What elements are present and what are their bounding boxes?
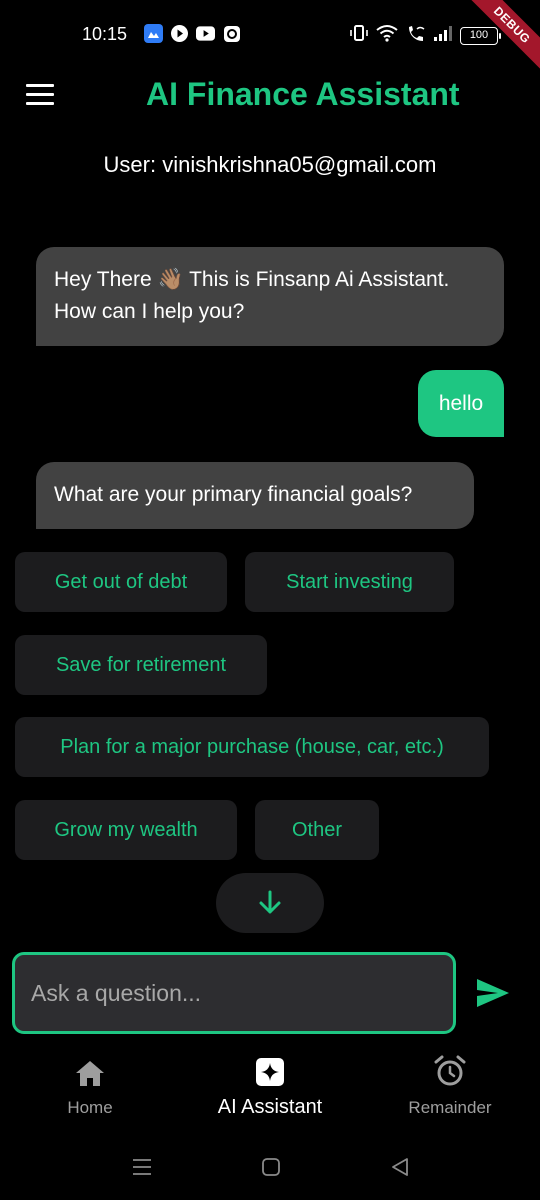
alarm-clock-icon	[360, 1050, 540, 1088]
app-bar: AI Finance Assistant	[0, 68, 540, 128]
status-bar: 10:15 100 DEBUG	[0, 0, 540, 76]
camera-app-icon	[222, 24, 241, 43]
scroll-down-button[interactable]	[216, 873, 324, 933]
nav-remainder[interactable]: Remainder	[360, 1050, 540, 1118]
quick-reply-other[interactable]: Other	[255, 800, 379, 860]
send-icon	[477, 979, 509, 1007]
home-icon	[0, 1050, 180, 1088]
bottom-navigation: Home AI Assistant Remainder	[0, 1050, 540, 1130]
vibrate-icon	[350, 24, 368, 47]
youtube-icon	[196, 24, 215, 43]
bot-message: What are your primary financial goals?	[36, 462, 474, 529]
app-title: AI Finance Assistant	[146, 76, 460, 112]
home-system-icon[interactable]	[260, 1156, 284, 1180]
user-email-label: User: vinishkrishna05@gmail.com	[103, 152, 437, 177]
system-navigation-bar	[0, 1150, 540, 1184]
back-icon[interactable]	[389, 1156, 413, 1180]
app-notification-icon	[144, 24, 163, 43]
user-message: hello	[418, 370, 504, 437]
quick-reply-save-for-retirement[interactable]: Save for retirement	[15, 635, 267, 695]
signal-icon	[434, 25, 452, 46]
quick-reply-start-investing[interactable]: Start investing	[245, 552, 454, 612]
status-time: 10:15	[82, 24, 128, 44]
nav-home[interactable]: Home	[0, 1050, 180, 1118]
question-input[interactable]	[15, 955, 453, 1031]
nav-remainder-label: Remainder	[408, 1098, 492, 1117]
notification-icons	[144, 24, 241, 43]
play-circle-icon	[170, 24, 189, 43]
hamburger-menu-icon[interactable]	[26, 84, 58, 110]
system-status-icons: 100	[350, 24, 501, 47]
arrow-down-icon	[259, 890, 281, 914]
send-button[interactable]	[474, 974, 512, 1012]
battery-indicator: 100	[460, 26, 501, 45]
nav-home-label: Home	[67, 1098, 113, 1117]
bot-message: Hey There 👋🏽 This is Finsanp Ai Assistan…	[36, 247, 504, 346]
quick-reply-major-purchase[interactable]: Plan for a major purchase (house, car, e…	[15, 717, 489, 777]
quick-reply-get-out-of-debt[interactable]: Get out of debt	[15, 552, 227, 612]
wifi-calling-icon	[406, 24, 426, 47]
nav-ai-assistant[interactable]: AI Assistant	[180, 1050, 360, 1119]
wifi-icon	[376, 24, 398, 47]
nav-ai-assistant-label: AI Assistant	[217, 1096, 323, 1118]
sparkle-icon	[180, 1050, 360, 1088]
quick-reply-grow-wealth[interactable]: Grow my wealth	[15, 800, 237, 860]
recent-apps-icon[interactable]	[131, 1156, 155, 1180]
question-input-container	[12, 952, 456, 1034]
